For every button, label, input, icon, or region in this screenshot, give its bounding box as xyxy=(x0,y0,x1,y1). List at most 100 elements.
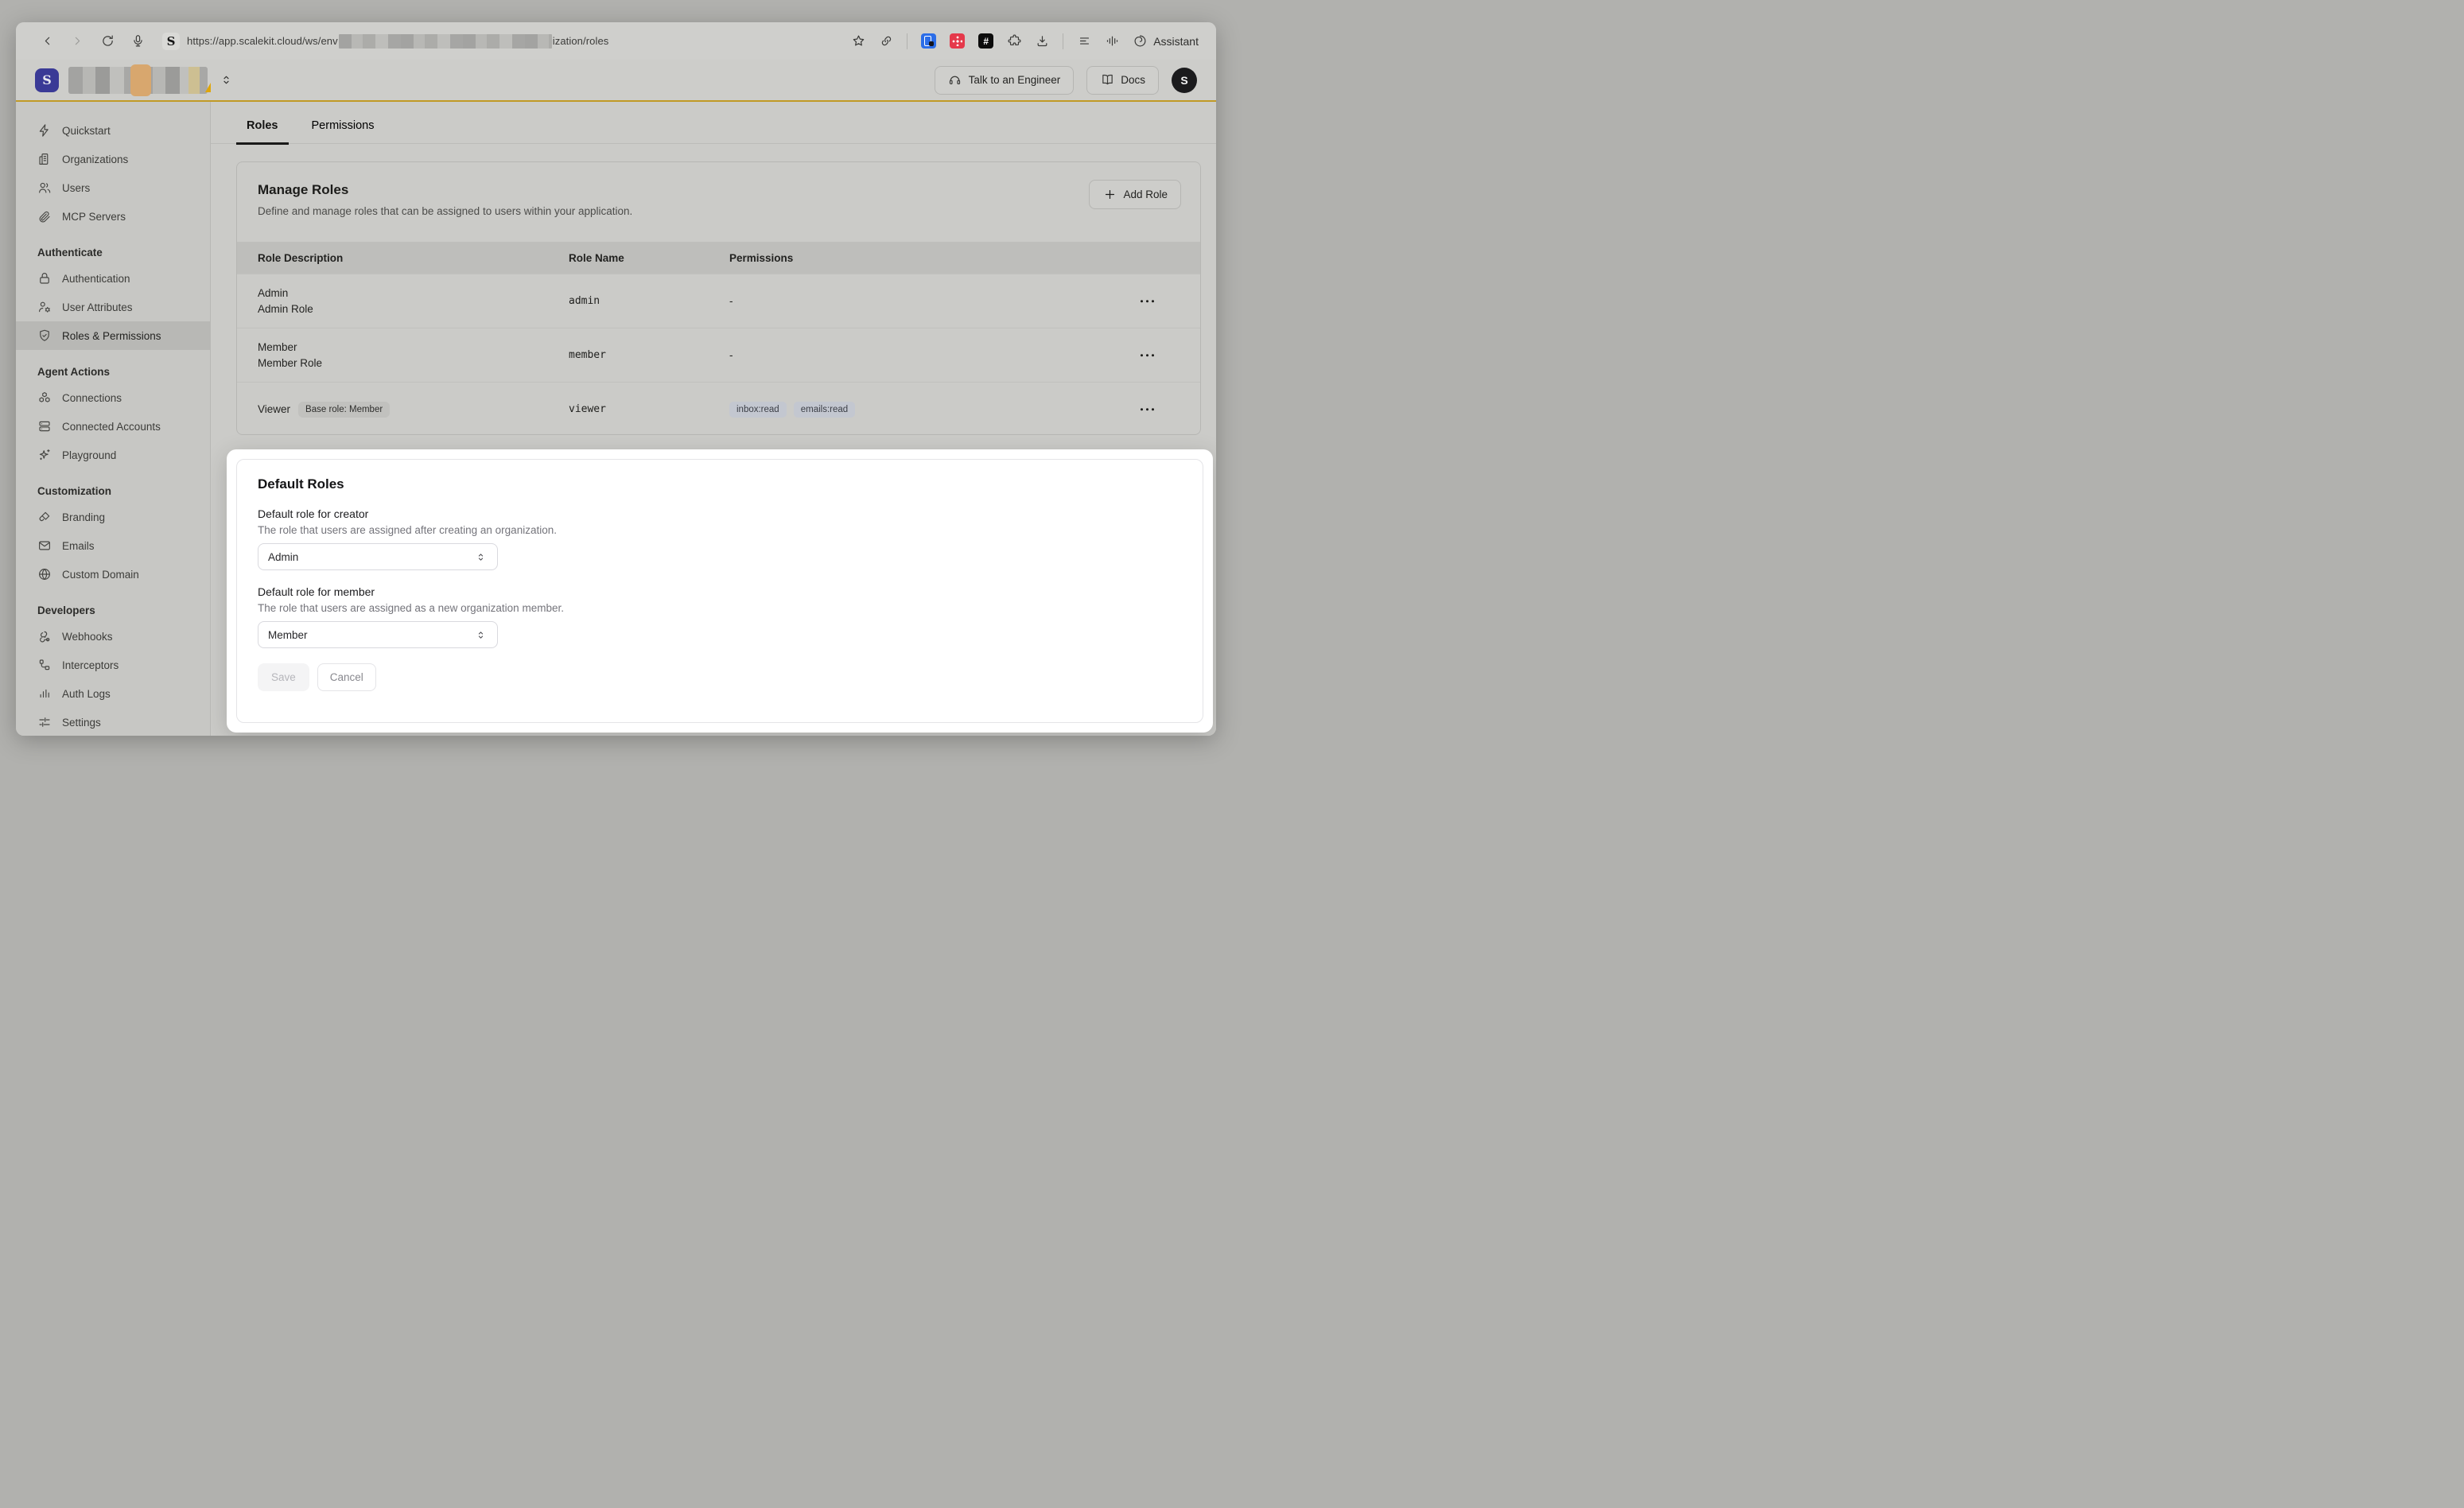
role-name-code: admin xyxy=(569,295,729,307)
desktop: { "browser": { "favicon_letter": "S", "u… xyxy=(0,0,1232,754)
bolt-icon xyxy=(37,123,52,138)
flow-nodes-icon xyxy=(37,658,52,672)
sidebar-item-emails[interactable]: Emails xyxy=(16,531,210,560)
sidebar-section-agent-actions: Agent Actions xyxy=(16,350,210,383)
workspace-logo: S xyxy=(35,68,59,92)
copy-link-icon[interactable] xyxy=(879,34,893,49)
sidebar-item-authentication[interactable]: Authentication xyxy=(16,264,210,293)
cancel-button[interactable]: Cancel xyxy=(317,663,376,691)
sidebar-item-roles-permissions[interactable]: Roles & Permissions xyxy=(16,321,210,350)
sidebar-item-branding[interactable]: Branding xyxy=(16,503,210,531)
role-permissions: - xyxy=(729,349,1200,361)
reload-button[interactable] xyxy=(100,34,115,49)
permission-badge: emails:read xyxy=(794,402,855,418)
downloads-icon[interactable] xyxy=(1035,34,1049,49)
workspace-name-redacted xyxy=(68,67,208,94)
row-actions-button[interactable] xyxy=(1136,349,1160,362)
sidebar-item-user-attributes[interactable]: User Attributes xyxy=(16,293,210,321)
sidebar-item-settings[interactable]: Settings xyxy=(16,708,210,736)
table-row-member: Member Member Role member - xyxy=(237,328,1200,382)
building-icon xyxy=(37,152,52,166)
member-role-select[interactable]: Member xyxy=(258,621,498,648)
creator-role-value: Admin xyxy=(268,551,473,563)
assistant-spiral-icon xyxy=(1133,34,1147,49)
sidebar-section-customization: Customization xyxy=(16,469,210,503)
users-icon xyxy=(37,181,52,195)
default-roles-title: Default Roles xyxy=(258,476,1182,492)
url-redacted-blur xyxy=(339,34,552,49)
add-role-button[interactable]: Add Role xyxy=(1089,180,1181,209)
sidebar-item-auth-logs[interactable]: Auth Logs xyxy=(16,679,210,708)
workspace-switcher-chevrons[interactable] xyxy=(219,73,233,87)
url-suffix: ization/roles xyxy=(553,35,609,47)
red-extension-icon[interactable] xyxy=(950,33,965,49)
role-subtitle: Member Role xyxy=(258,357,569,369)
talk-to-engineer-button[interactable]: Talk to an Engineer xyxy=(935,66,1075,95)
manage-roles-title: Manage Roles xyxy=(258,182,1180,198)
sidebar-section-developers: Developers xyxy=(16,589,210,622)
role-name-code: member xyxy=(569,349,729,361)
cubes-icon xyxy=(37,391,52,405)
sidebar-item-users[interactable]: Users xyxy=(16,173,210,202)
sidebar-item-webhooks[interactable]: Webhooks xyxy=(16,622,210,651)
sidebar: Quickstart Organizations Users MCP Serve… xyxy=(16,102,211,736)
plus-icon xyxy=(1102,188,1117,202)
member-role-label: Default role for member xyxy=(258,585,1182,598)
globe-icon xyxy=(37,567,52,581)
sidebar-item-quickstart[interactable]: Quickstart xyxy=(16,116,210,145)
sidebar-item-organizations[interactable]: Organizations xyxy=(16,145,210,173)
forward-button[interactable] xyxy=(70,34,84,49)
warning-triangle-icon xyxy=(205,83,211,92)
tab-roles[interactable]: Roles xyxy=(236,119,289,145)
tab-permissions[interactable]: Permissions xyxy=(301,119,385,143)
docs-button[interactable]: Docs xyxy=(1086,66,1159,95)
row-actions-button[interactable] xyxy=(1136,403,1160,416)
sidebar-item-interceptors[interactable]: Interceptors xyxy=(16,651,210,679)
password-manager-extension-icon[interactable] xyxy=(921,33,936,49)
webhook-icon xyxy=(37,629,52,643)
assistant-button[interactable]: Assistant xyxy=(1133,34,1199,49)
bar-chart-icon xyxy=(37,686,52,701)
sidebar-item-custom-domain[interactable]: Custom Domain xyxy=(16,560,210,589)
role-name-code: viewer xyxy=(569,403,729,415)
url-prefix: https://app.scalekit.cloud/ws/env xyxy=(187,35,338,47)
site-favicon: S xyxy=(162,33,180,50)
microphone-icon[interactable] xyxy=(130,34,145,49)
row-actions-button[interactable] xyxy=(1136,295,1160,308)
sidebar-section-authenticate: Authenticate xyxy=(16,231,210,264)
col-role-name: Role Name xyxy=(569,252,729,264)
sidebar-item-connected-accounts[interactable]: Connected Accounts xyxy=(16,412,210,441)
headset-icon xyxy=(948,73,962,87)
sidebar-item-connections[interactable]: Connections xyxy=(16,383,210,412)
default-roles-spotlight: Default Roles Default role for creator T… xyxy=(227,449,1213,733)
sliders-icon xyxy=(37,715,52,729)
back-button[interactable] xyxy=(40,34,54,49)
paintbrush-icon xyxy=(37,510,52,524)
role-title: Member xyxy=(258,341,569,353)
server-stack-icon xyxy=(37,419,52,433)
chevron-updown-icon xyxy=(473,550,488,564)
book-icon xyxy=(1100,73,1114,87)
hash-extension-icon[interactable]: # xyxy=(978,33,993,49)
sparkles-icon xyxy=(37,448,52,462)
save-button[interactable]: Save xyxy=(258,663,309,691)
manage-roles-card: Manage Roles Define and manage roles tha… xyxy=(236,161,1201,435)
col-permissions: Permissions xyxy=(729,252,1200,264)
creator-role-select[interactable]: Admin xyxy=(258,543,498,570)
reader-list-icon[interactable] xyxy=(1077,34,1091,49)
tab-bar: Roles Permissions xyxy=(211,102,1216,144)
audio-waveform-icon[interactable] xyxy=(1105,34,1119,49)
user-avatar[interactable]: S xyxy=(1172,68,1197,93)
mail-icon xyxy=(37,538,52,553)
extensions-puzzle-icon[interactable] xyxy=(1007,34,1021,49)
table-header-row: Role Description Role Name Permissions xyxy=(237,242,1200,274)
bookmark-star-icon[interactable] xyxy=(851,34,865,49)
sidebar-item-mcp-servers[interactable]: MCP Servers xyxy=(16,202,210,231)
sidebar-item-playground[interactable]: Playground xyxy=(16,441,210,469)
browser-window: S https://app.scalekit.cloud/ws/env izati… xyxy=(16,22,1216,736)
default-roles-card: Default Roles Default role for creator T… xyxy=(236,459,1203,723)
chevron-updown-icon xyxy=(473,628,488,642)
main-content: Roles Permissions Manage Roles Define an… xyxy=(211,102,1216,736)
address-bar[interactable]: S https://app.scalekit.cloud/ws/env izati… xyxy=(162,33,608,50)
org-avatar-redacted xyxy=(130,64,151,96)
